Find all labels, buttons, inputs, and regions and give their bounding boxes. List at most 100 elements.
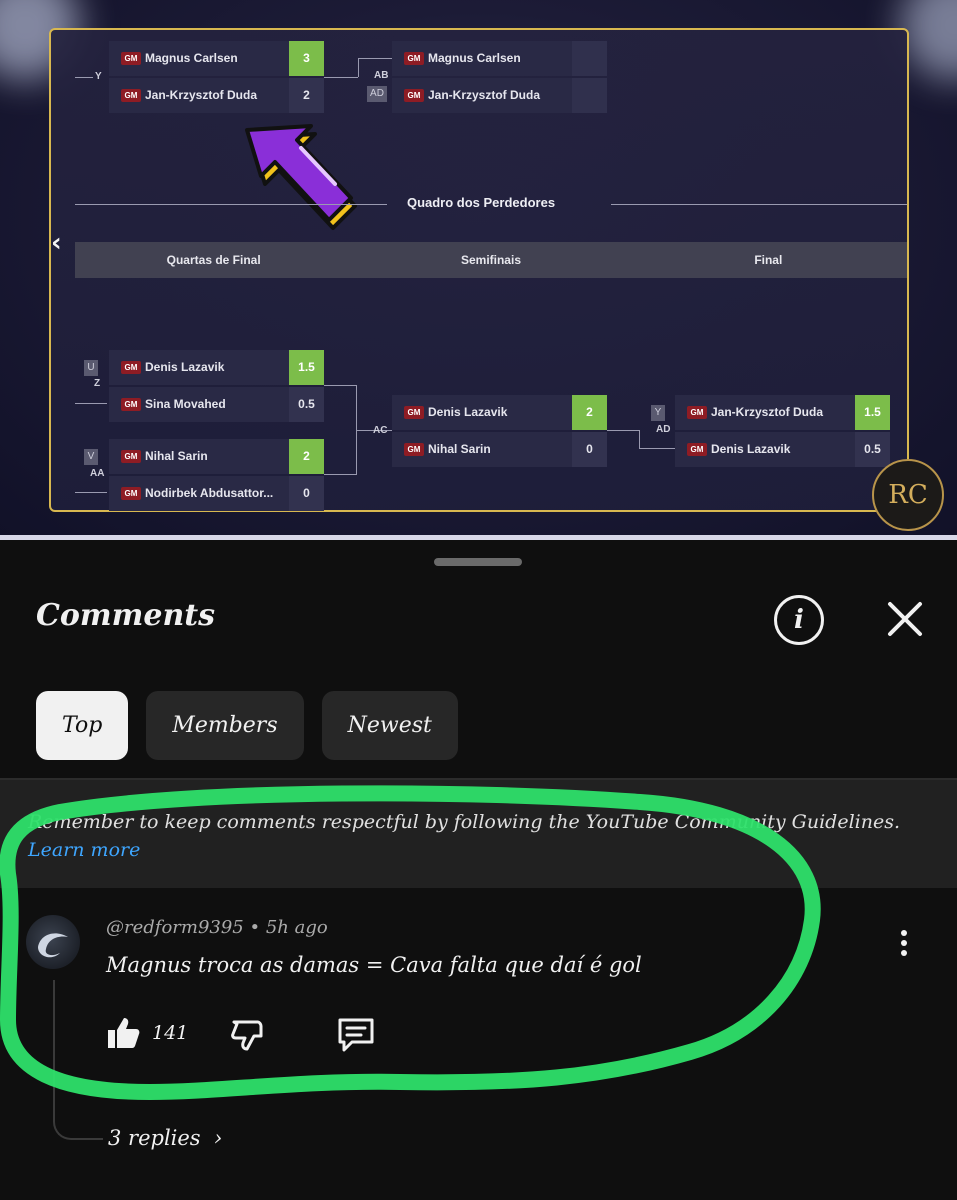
player-name: Magnus Carlsen [428,51,521,65]
gm-badge: GM [121,450,141,463]
chevron-left-icon[interactable]: ‹ [51,228,62,258]
replies-count: 3 replies [108,1126,201,1150]
more-vert-icon[interactable] [896,928,912,958]
player-row: GM Sina Movahed 0.5 [109,387,324,422]
player-row: GM Nihal Sarin 0 [392,432,607,467]
comments-title: Comments [36,598,216,633]
player-score: 0.5 [289,387,324,422]
seed-badge: Y [651,405,665,421]
bracket-line [639,430,640,448]
bracket-line [75,492,107,493]
round-headers: Quartas de Final Semifinais Final [75,242,907,278]
match-card[interactable]: GM Jan-Krzysztof Duda 1.5 GM Denis Lazav… [675,395,890,467]
bracket-line [639,448,675,449]
video-player[interactable]: Y GM Magnus Carlsen 3 GM Jan-Krzysztof D… [0,0,957,540]
bracket-frame: Y GM Magnus Carlsen 3 GM Jan-Krzysztof D… [49,28,909,512]
thumbs-up-icon[interactable] [104,1014,142,1052]
arrow-annotation-icon [245,124,357,230]
gm-badge: GM [404,443,424,456]
player-name: Nihal Sarin [428,442,491,456]
player-row: GM Jan-Krzysztof Duda 2 [109,78,324,113]
comment-meta: @redform9395 • 5h ago [106,917,328,938]
drag-handle[interactable] [434,558,522,566]
player-row: GM Jan-Krzysztof Duda 1.5 [675,395,890,430]
match-card[interactable]: GM Magnus Carlsen 3 GM Jan-Krzysztof Dud… [109,41,324,113]
player-name: Magnus Carlsen [145,51,238,65]
round-header: Final [754,253,783,267]
gm-badge: GM [404,89,424,102]
player-row: GM Denis Lazavik 0.5 [675,432,890,467]
like-count: 141 [152,1022,189,1044]
match-label: Z [94,378,101,389]
match-card[interactable]: GM Magnus Carlsen GM Jan-Krzysztof Duda [392,41,607,113]
meta-separator: • [249,917,261,938]
player-row: GM Nihal Sarin 2 [109,439,324,474]
player-name: Jan-Krzysztof Duda [428,88,541,102]
match-card[interactable]: GM Denis Lazavik 2 GM Nihal Sarin 0 [392,395,607,467]
info-icon[interactable]: i [774,595,824,645]
thumbs-down-icon[interactable] [228,1016,266,1054]
learn-more-link[interactable]: Learn more [28,839,140,861]
thread-line [53,980,103,1140]
player-score: 2 [289,78,324,113]
match-label: AA [90,468,105,479]
seed-badge: U [84,360,98,376]
player-row: GM Magnus Carlsen [392,41,607,76]
player-name: Denis Lazavik [711,442,791,456]
avatar[interactable] [26,915,80,969]
gm-badge: GM [404,406,424,419]
close-icon[interactable] [884,598,926,640]
seed-badge: V [84,449,98,465]
player-name: Jan-Krzysztof Duda [145,88,258,102]
losers-bracket-title: Quadro dos Perdedores [406,195,556,210]
player-name: Denis Lazavik [428,405,508,419]
match-label: AC [373,425,388,436]
tab-top[interactable]: Top [36,691,129,760]
bracket-line [358,58,392,59]
player-score: 0 [572,432,607,467]
player-row: GM Denis Lazavik 2 [392,395,607,430]
player-name: Denis Lazavik [145,360,225,374]
bracket-line [75,403,107,404]
gm-badge: GM [121,398,141,411]
match-label: AD [656,424,671,435]
match-label: Y [95,71,102,82]
player-score: 1.5 [289,350,324,385]
bracket-line [607,430,639,431]
comments-panel: Comments i Top Members Newest Remember t… [0,540,957,1200]
guideline-text: Remember to keep comments respectful by … [28,808,928,864]
comment-time: 5h ago [265,917,328,938]
reply-icon[interactable] [336,1016,376,1054]
player-score: 3 [289,41,324,76]
gm-badge: GM [687,406,707,419]
player-name: Nodirbek Abdusattor... [145,486,274,500]
chevron-right-icon: › [207,1126,223,1150]
player-row: GM Magnus Carlsen 3 [109,41,324,76]
avatar-logo-icon [38,933,68,958]
channel-logo: RC [872,459,944,531]
community-guidelines-banner: Remember to keep comments respectful by … [0,780,957,888]
player-row: GM Denis Lazavik 1.5 [109,350,324,385]
player-score [572,41,607,76]
comment-author[interactable]: @redform9395 [106,917,244,938]
tab-newest[interactable]: Newest [321,691,458,760]
match-card[interactable]: GM Denis Lazavik 1.5 GM Sina Movahed 0.5 [109,350,324,422]
bracket-line [75,77,93,78]
player-score: 0.5 [855,432,890,467]
player-score: 1.5 [855,395,890,430]
tab-members[interactable]: Members [146,691,304,760]
bracket-line [358,58,359,77]
match-card[interactable]: GM Nihal Sarin 2 GM Nodirbek Abdusattor.… [109,439,324,511]
gm-badge: GM [121,487,141,500]
player-name: Nihal Sarin [145,449,208,463]
seed-badge: AD [367,86,387,102]
bracket-line [324,77,358,78]
player-score: 2 [572,395,607,430]
view-replies-button[interactable]: 3 replies › [108,1126,222,1150]
gm-badge: GM [404,52,424,65]
player-score [572,78,607,113]
bracket-line [324,385,356,386]
player-score: 0 [289,476,324,511]
gm-badge: GM [121,89,141,102]
guideline-message: Remember to keep comments respectful by … [28,811,900,833]
